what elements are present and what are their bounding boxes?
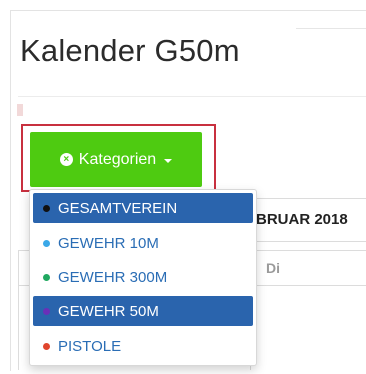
title-divider bbox=[18, 96, 366, 97]
dropdown-item-gewehr-10m[interactable]: GEWEHR 10M bbox=[33, 228, 253, 258]
categories-dropdown-button[interactable]: × Kategorien bbox=[30, 132, 202, 187]
calendar-day-label: Di bbox=[266, 260, 280, 276]
close-circle-icon: × bbox=[59, 153, 73, 166]
dropdown-item-gesamtverein[interactable]: GESAMTVEREIN bbox=[33, 193, 253, 223]
category-dot-icon bbox=[43, 239, 50, 247]
dropdown-item-gewehr-300m[interactable]: GEWEHR 300M bbox=[33, 262, 253, 292]
dropdown-item-label: PISTOLE bbox=[58, 337, 122, 355]
dropdown-item-label: GEWEHR 50M bbox=[58, 302, 159, 320]
caret-down-icon bbox=[164, 158, 173, 163]
categories-button-label: Kategorien bbox=[78, 150, 157, 168]
category-dot-icon bbox=[43, 204, 50, 212]
dropdown-item-label: GEWEHR 10M bbox=[58, 234, 159, 252]
dropdown-item-pistole[interactable]: PISTOLE bbox=[33, 331, 253, 361]
categories-dropdown-menu: GESAMTVEREIN GEWEHR 10M GEWEHR 300M GEWE… bbox=[29, 189, 257, 366]
dropdown-item-label: GESAMTVEREIN bbox=[58, 199, 178, 217]
category-dot-icon bbox=[43, 342, 50, 350]
category-dot-icon bbox=[43, 273, 50, 281]
page-frame: Kalender G50m BRUAR 2018 Di × Kategorien… bbox=[0, 0, 366, 374]
category-dot-icon bbox=[43, 307, 50, 315]
dropdown-item-label: GEWEHR 300M bbox=[58, 268, 168, 286]
dropdown-item-gewehr-50m[interactable]: GEWEHR 50M bbox=[33, 296, 253, 326]
accent-strip bbox=[17, 104, 23, 116]
top-divider bbox=[296, 28, 366, 29]
page-title: Kalender G50m bbox=[20, 33, 240, 68]
calendar-month-label: BRUAR 2018 bbox=[256, 211, 348, 228]
